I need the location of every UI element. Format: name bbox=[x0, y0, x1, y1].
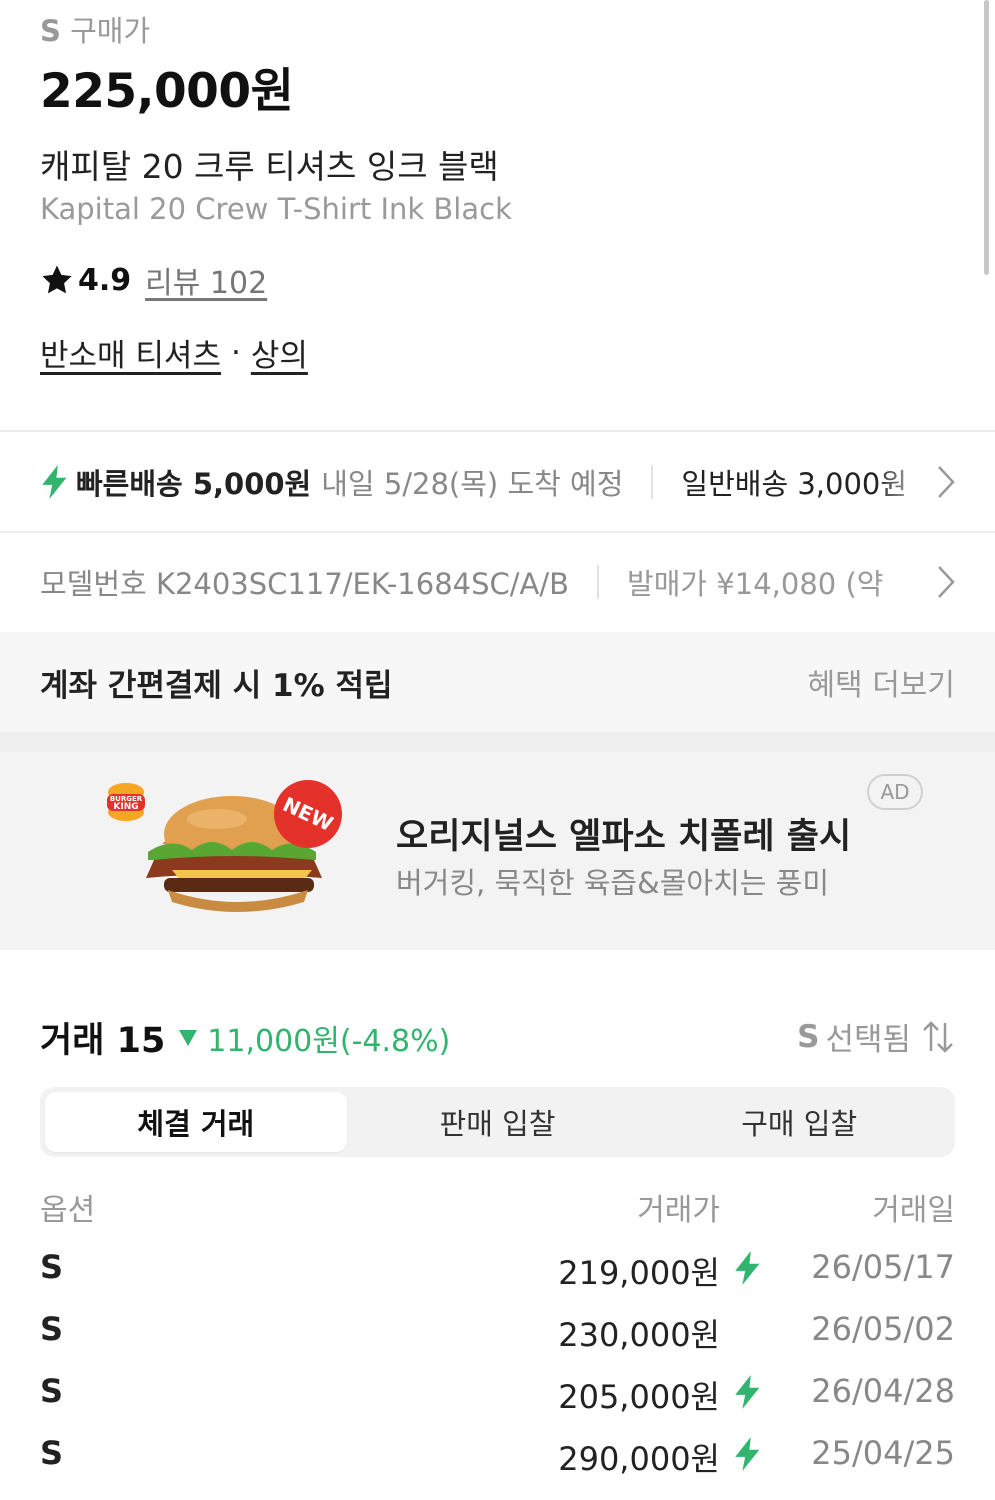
price-label-text: 구매가 bbox=[70, 14, 151, 48]
table-row: S 219,000원 26/05/17 bbox=[0, 1248, 995, 1310]
table-row: S 230,000원 26/05/02 bbox=[0, 1310, 995, 1372]
selected-size: S bbox=[797, 1018, 820, 1055]
ad-badge: AD bbox=[867, 774, 923, 810]
lightning-icon bbox=[735, 1437, 760, 1471]
benefit-more-link[interactable]: 혜택 더보기 bbox=[807, 660, 955, 704]
fast-shipping-eta: 내일 5/28(목) 도착 예정 bbox=[321, 467, 624, 501]
selected-size-label: 선택됨 bbox=[825, 1022, 911, 1058]
burger-image: NEW bbox=[146, 780, 342, 912]
row-date: 26/05/17 bbox=[811, 1248, 955, 1286]
category-link-1[interactable]: 반소매 티셔츠 bbox=[40, 330, 221, 375]
row-option: S bbox=[40, 1434, 64, 1472]
separator bbox=[597, 565, 600, 599]
separator bbox=[651, 465, 654, 499]
trade-tabs: 체결 거래 판매 입찰 구매 입찰 bbox=[40, 1087, 955, 1157]
model-number: 모델번호 K2403SC117/EK-1684SC/A/B bbox=[40, 567, 570, 601]
trade-title: 거래 15 bbox=[40, 1021, 166, 1061]
lightning-icon bbox=[735, 1251, 760, 1285]
model-row[interactable]: 모델번호 K2403SC117/EK-1684SC/A/B 발매가 ¥14,08… bbox=[0, 533, 995, 631]
lightning-icon bbox=[42, 465, 67, 499]
shipping-row[interactable]: 빠른배송 5,000원 내일 5/28(목) 도착 예정 일반배송 3,000원 bbox=[0, 432, 995, 532]
row-date: 26/04/28 bbox=[811, 1372, 955, 1410]
row-price: 230,000원 bbox=[558, 1316, 720, 1354]
column-header-date: 거래일 bbox=[872, 1193, 955, 1228]
text-fade bbox=[875, 552, 935, 612]
size-selector[interactable]: S 선택됨 bbox=[797, 1014, 955, 1059]
benefit-text: 계좌 간편결제 시 1% 적립 bbox=[40, 667, 393, 704]
ad-title[interactable]: 오리지널스 엘파소 치폴레 출시 bbox=[396, 808, 851, 859]
row-date: 26/05/02 bbox=[811, 1310, 955, 1348]
text-fade bbox=[875, 452, 935, 512]
lightning-icon bbox=[735, 1375, 760, 1409]
price: 225,000원 bbox=[40, 64, 294, 119]
fast-shipping-label: 빠른배송 5,000원 bbox=[76, 467, 312, 501]
row-price: 205,000원 bbox=[558, 1378, 720, 1416]
row-option: S bbox=[40, 1248, 64, 1286]
star-icon bbox=[42, 265, 72, 294]
scrollbar[interactable] bbox=[984, 0, 989, 275]
chevron-right-icon[interactable] bbox=[935, 464, 957, 500]
product-name-en: Kapital 20 Crew T-Shirt Ink Black bbox=[40, 192, 512, 226]
product-name-ko: 캐피탈 20 크루 티셔츠 잉크 블랙 bbox=[40, 147, 499, 186]
tab-executed-trades[interactable]: 체결 거래 bbox=[45, 1092, 347, 1152]
table-row: S 205,000원 26/04/28 bbox=[0, 1372, 995, 1434]
row-date: 25/04/25 bbox=[811, 1434, 955, 1472]
normal-shipping-label: 일반배송 3,000원 bbox=[681, 467, 908, 501]
ad-subtitle: 버거킹, 묵직한 육즙&몰아치는 풍미 bbox=[396, 866, 830, 900]
category-separator: · bbox=[230, 334, 241, 371]
review-link[interactable]: 리뷰 102 bbox=[145, 258, 267, 302]
tab-buy-bids[interactable]: 구매 입찰 bbox=[648, 1092, 950, 1152]
column-header-option: 옵션 bbox=[40, 1193, 96, 1228]
rating: 4.9 리뷰 102 bbox=[40, 258, 267, 302]
price-change-value: 11,000원(-4.8%) bbox=[207, 1023, 451, 1059]
section-gap bbox=[0, 732, 995, 752]
sort-icon bbox=[923, 1020, 953, 1053]
table-row: S 290,000원 25/04/25 bbox=[0, 1434, 995, 1496]
rating-score: 4.9 bbox=[78, 262, 132, 298]
row-option: S bbox=[40, 1372, 64, 1410]
trade-header: 거래 15 11,000원(-4.8%) bbox=[40, 1012, 450, 1063]
category-breadcrumb: 반소매 티셔츠 · 상의 bbox=[40, 330, 308, 375]
row-price: 290,000원 bbox=[558, 1440, 720, 1478]
benefit-banner[interactable]: 계좌 간편결제 시 1% 적립 혜택 더보기 bbox=[0, 632, 995, 732]
down-arrow-icon bbox=[179, 1029, 198, 1046]
price-change: 11,000원(-4.8%) bbox=[179, 1016, 450, 1060]
column-header-price: 거래가 bbox=[637, 1193, 720, 1228]
category-link-2[interactable]: 상의 bbox=[251, 330, 308, 375]
release-price: 발매가 ¥14,080 (약 bbox=[627, 567, 884, 601]
price-size: S bbox=[40, 14, 61, 48]
price-label: S 구매가 bbox=[40, 8, 150, 50]
tab-sell-bids[interactable]: 판매 입찰 bbox=[347, 1092, 649, 1152]
row-option: S bbox=[40, 1310, 64, 1348]
chevron-right-icon[interactable] bbox=[935, 564, 957, 600]
row-price: 219,000원 bbox=[558, 1254, 720, 1292]
